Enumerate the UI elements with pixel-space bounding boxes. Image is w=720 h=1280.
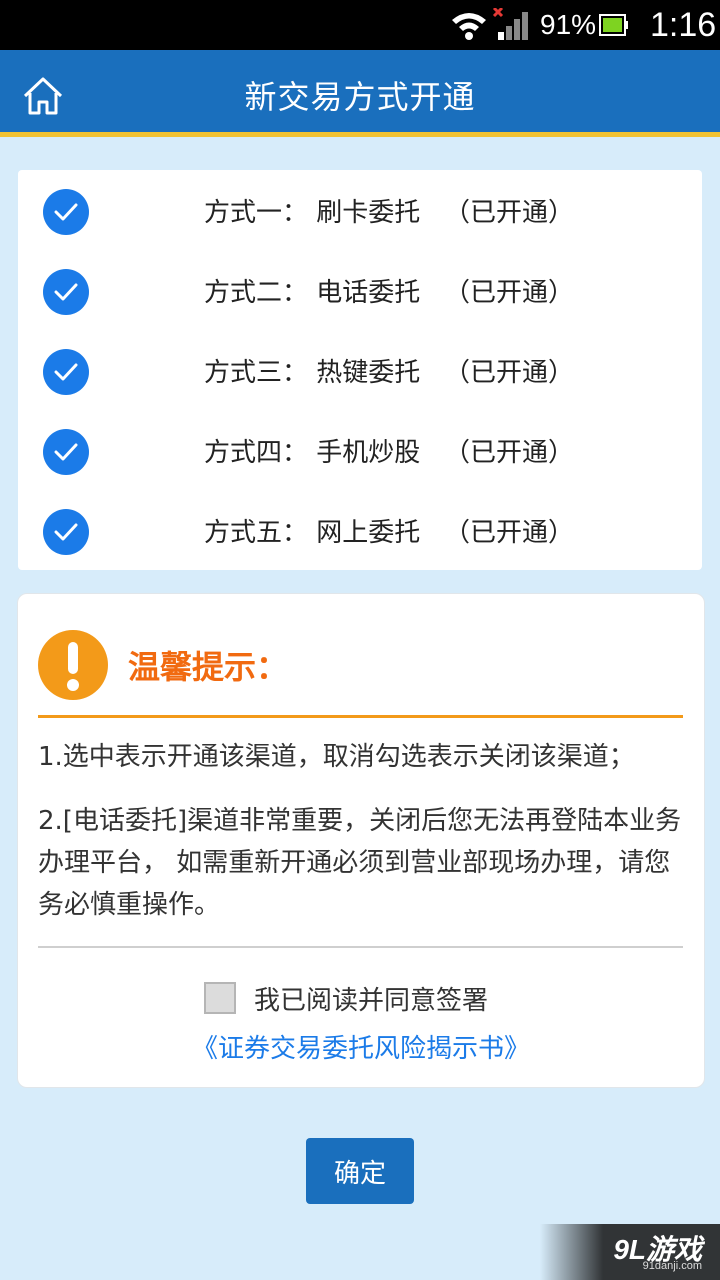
divider	[38, 715, 683, 718]
clock: 1:16	[650, 6, 717, 44]
divider	[38, 946, 683, 948]
notice-panel: 温馨提示： 1.选中表示开通该渠道，取消勾选表示关闭该渠道； 2.[电话委托]渠…	[17, 593, 705, 1088]
method-label: 方式五： 网上委托	[204, 518, 421, 548]
checked-icon[interactable]	[43, 509, 89, 555]
tip-2: 2.[电话委托]渠道非常重要，关闭后您无法再登陆本业务办理平台， 如需重新开通必…	[38, 806, 682, 920]
agree-label: 我已阅读并同意签署	[254, 986, 489, 1016]
watermark: 9L游戏 91danji.com	[540, 1224, 720, 1280]
method-status: （已开通）	[444, 358, 575, 388]
method-row-2[interactable]: 方式二： 电话委托 （已开通）	[18, 250, 702, 330]
warning-icon	[38, 630, 108, 700]
signal-icon	[492, 8, 528, 40]
battery-icon	[599, 14, 628, 36]
checked-icon[interactable]	[43, 429, 89, 475]
method-status: （已开通）	[444, 438, 575, 468]
battery-percent: 91%	[540, 9, 597, 40]
method-row-5[interactable]: 方式五： 网上委托 （已开通）	[18, 490, 702, 570]
method-row-4[interactable]: 方式四： 手机炒股 （已开通）	[18, 410, 702, 490]
method-label: 方式四： 手机炒股	[204, 438, 421, 468]
checked-icon[interactable]	[43, 189, 89, 235]
status-bar: 91% 1:16	[0, 0, 720, 50]
method-status: （已开通）	[444, 278, 575, 308]
method-label: 方式二： 电话委托	[204, 278, 421, 308]
method-status: （已开通）	[444, 518, 575, 548]
method-row-1[interactable]: 方式一： 刷卡委托 （已开通）	[18, 170, 702, 250]
method-label: 方式一： 刷卡委托	[204, 198, 421, 228]
page-title: 新交易方式开通	[244, 78, 476, 116]
watermark-url: 91danji.com	[642, 1260, 702, 1272]
agree-checkbox[interactable]	[204, 982, 236, 1014]
app-header: 新交易方式开通	[0, 50, 720, 137]
agreement-link[interactable]: 《证券交易委托风险揭示书》	[18, 1028, 704, 1065]
confirm-button[interactable]: 确定	[306, 1138, 414, 1204]
method-label: 方式三： 热键委托	[204, 358, 421, 388]
methods-list: 方式一： 刷卡委托 （已开通） 方式二： 电话委托 （已开通） 方式三： 热键委…	[18, 170, 702, 570]
wifi-icon	[452, 13, 486, 40]
method-status: （已开通）	[444, 198, 575, 228]
checked-icon[interactable]	[43, 349, 89, 395]
tip-1: 1.选中表示开通该渠道，取消勾选表示关闭该渠道；	[38, 742, 635, 772]
notice-title: 温馨提示：	[128, 648, 289, 686]
method-row-3[interactable]: 方式三： 热键委托 （已开通）	[18, 330, 702, 410]
checked-icon[interactable]	[43, 269, 89, 315]
